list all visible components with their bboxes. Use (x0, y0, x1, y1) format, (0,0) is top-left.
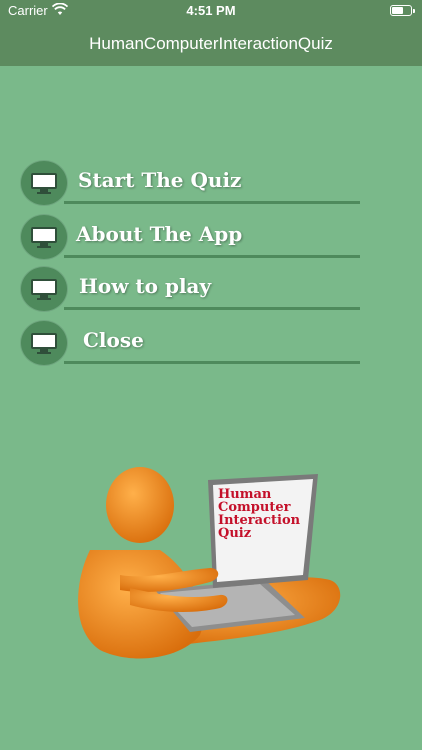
how-to-play-label: How to play (79, 274, 212, 298)
start-quiz-label: Start The Quiz (78, 168, 242, 192)
menu-underline (64, 361, 360, 364)
navigation-bar: HumanComputerInteractionQuiz (0, 22, 422, 66)
menu-underline (64, 307, 360, 310)
nav-title: HumanComputerInteractionQuiz (89, 34, 333, 53)
monitor-icon (20, 160, 68, 206)
screen-line: Quiz (218, 526, 252, 541)
about-app-button[interactable]: About The App (20, 214, 360, 260)
close-button[interactable]: Close (20, 320, 360, 366)
start-quiz-button[interactable]: Start The Quiz (20, 160, 360, 206)
menu-underline (64, 201, 360, 204)
about-app-label: About The App (76, 222, 243, 246)
battery-level (392, 7, 403, 14)
status-bar: Carrier 4:51 PM (0, 0, 422, 22)
close-label: Close (83, 328, 144, 352)
status-time: 4:51 PM (186, 3, 236, 18)
monitor-icon (20, 320, 68, 366)
monitor-icon (20, 266, 68, 312)
battery-icon (390, 5, 415, 16)
menu-underline (64, 255, 360, 258)
how-to-play-button[interactable]: How to play (20, 266, 360, 312)
monitor-icon (20, 214, 68, 260)
laptop-screen-text: Human Computer Interaction Quiz (218, 488, 308, 540)
